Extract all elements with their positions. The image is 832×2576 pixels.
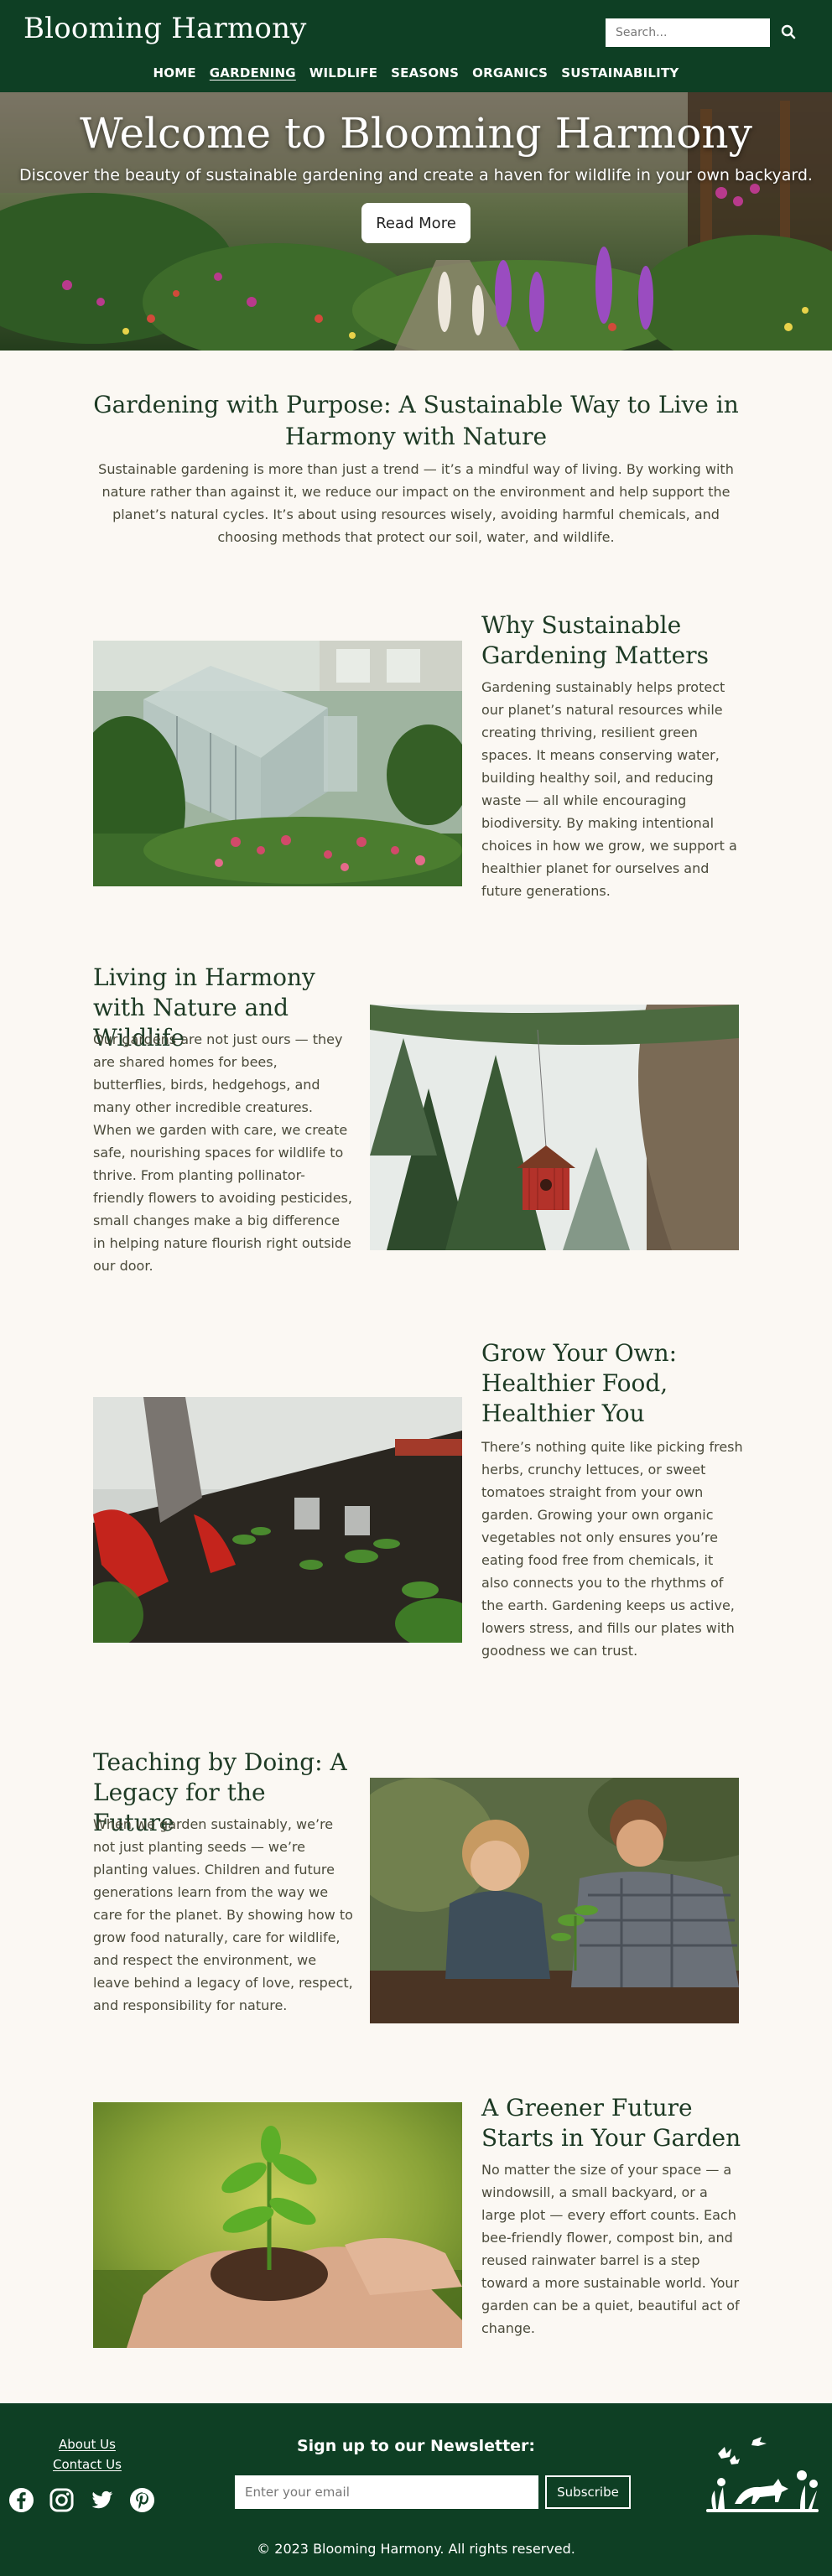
section-text: When we garden sustainably, we’re not ju…	[93, 1816, 353, 2013]
nav-home[interactable]: HOME	[153, 65, 196, 80]
main-nav: HOME GARDENING WILDLIFE SEASONS ORGANICS…	[0, 65, 832, 80]
section-text: There’s nothing quite like picking fresh…	[481, 1439, 743, 1659]
search-input[interactable]	[606, 18, 770, 47]
site-logo[interactable]: Blooming Harmony	[23, 12, 307, 45]
hands-holding-seedling-photo	[93, 2102, 462, 2348]
nav-wildlife[interactable]: WILDLIFE	[309, 65, 377, 80]
subscribe-button[interactable]: Subscribe	[545, 2475, 631, 2509]
facebook-icon[interactable]	[8, 2487, 34, 2513]
section-title: A Greener Future Starts in Your Garden	[481, 2094, 741, 2152]
social-links	[8, 2487, 155, 2513]
father-and-child-photo	[370, 1778, 739, 2023]
intro-title: Gardening with Purpose: A Sustainable Wa…	[93, 391, 739, 450]
hero-subtitle: Discover the beauty of sustainable garde…	[19, 166, 813, 184]
site-footer: About Us Contact Us Sign up to our Newsl…	[0, 2403, 832, 2576]
greenhouse-photo	[93, 641, 462, 886]
birdhouse-photo	[370, 1005, 739, 1250]
section-title: Grow Your Own: Healthier Food, Healthier…	[481, 1339, 678, 1427]
pinterest-icon[interactable]	[129, 2487, 155, 2513]
twitter-icon[interactable]	[89, 2487, 115, 2513]
section-text: Gardening sustainably helps protect our …	[481, 679, 737, 899]
read-more-button[interactable]: Read More	[361, 203, 471, 243]
nav-organics[interactable]: ORGANICS	[472, 65, 548, 80]
nav-sustainability[interactable]: SUSTAINABILITY	[561, 65, 679, 80]
hero-banner: Welcome to Blooming Harmony Discover the…	[0, 92, 832, 351]
section-text: Our gardens are not just ours — they are…	[93, 1031, 352, 1274]
section-text: No matter the size of your space — a win…	[481, 2162, 740, 2336]
contact-us-link[interactable]: Contact Us	[53, 2457, 122, 2472]
newsletter-email-input[interactable]	[235, 2475, 538, 2509]
wildlife-emblem-icon	[701, 2435, 824, 2522]
search-icon[interactable]	[777, 20, 800, 44]
nav-seasons[interactable]: SEASONS	[391, 65, 459, 80]
hero-title: Welcome to Blooming Harmony	[80, 109, 752, 158]
intro-text: Sustainable gardening is more than just …	[98, 461, 734, 545]
planting-seedlings-photo	[93, 1397, 462, 1643]
instagram-icon[interactable]	[49, 2487, 75, 2513]
site-header: Blooming Harmony HOME GARDENING WILDLIFE…	[0, 0, 832, 92]
nav-gardening[interactable]: GARDENING	[210, 65, 296, 80]
copyright-text: © 2023 Blooming Harmony. All rights rese…	[257, 2541, 575, 2557]
section-title: Why Sustainable Gardening Matters	[481, 611, 709, 669]
